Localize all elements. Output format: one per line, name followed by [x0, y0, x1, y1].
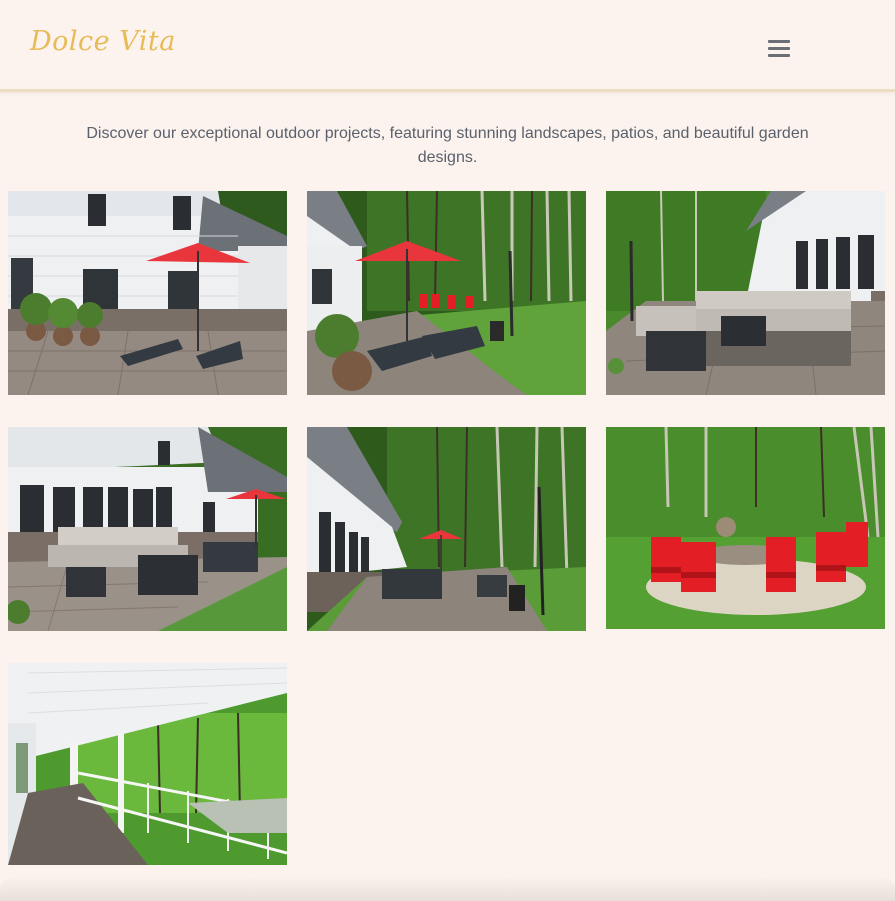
- brand-logo[interactable]: Dolce Vita: [30, 26, 176, 57]
- page-bottom-edge: [0, 876, 895, 901]
- gallery-photo-7[interactable]: [8, 663, 287, 865]
- hamburger-menu-icon[interactable]: [768, 40, 792, 59]
- gallery-photo-5[interactable]: [307, 427, 586, 631]
- intro-text: Discover our exceptional outdoor project…: [86, 125, 809, 166]
- gallery-photo-6[interactable]: [606, 427, 885, 629]
- gallery-photo-4[interactable]: [8, 427, 287, 631]
- gallery-photo-1[interactable]: [8, 191, 287, 395]
- gallery-photo-2[interactable]: [307, 191, 586, 395]
- site-header: Dolce Vita: [0, 0, 895, 92]
- gallery-photo-3[interactable]: [606, 191, 885, 395]
